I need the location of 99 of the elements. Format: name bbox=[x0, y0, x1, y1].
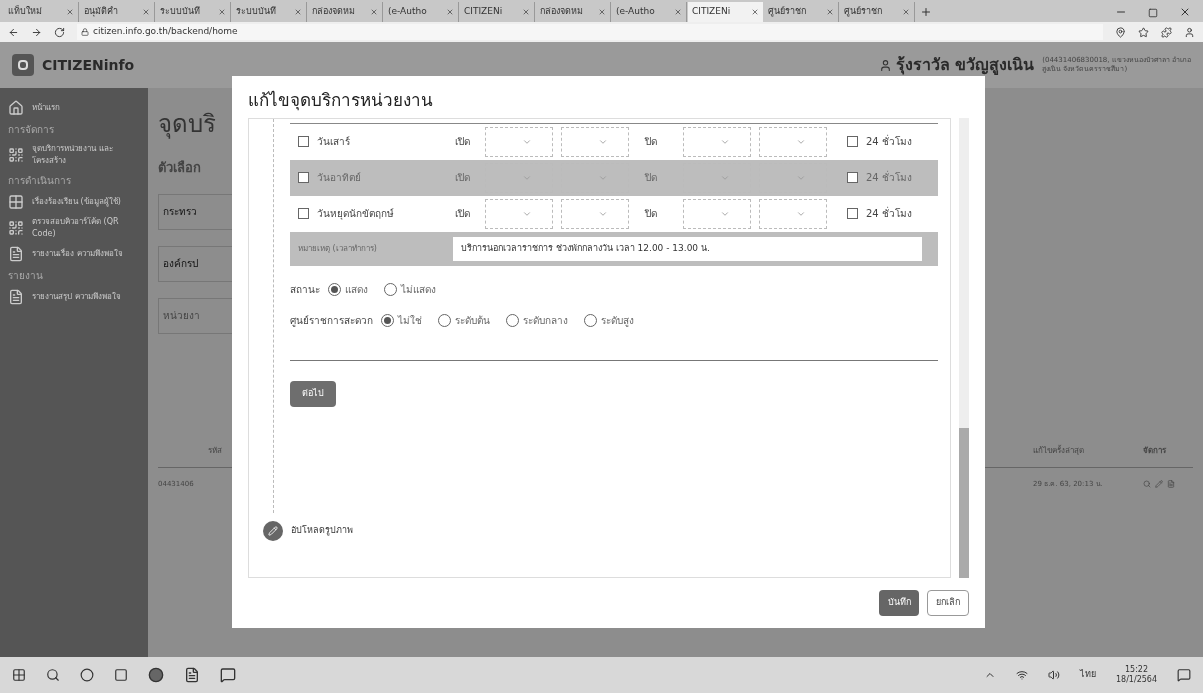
all-day-label: 24 ชั่วโมง bbox=[866, 206, 912, 221]
notification-icon[interactable] bbox=[1177, 668, 1191, 682]
extension-icon[interactable] bbox=[1161, 26, 1172, 38]
sidebar-heading: การจัดการ bbox=[8, 123, 55, 137]
section-title: ตัวเลือก bbox=[158, 159, 202, 177]
sidebar-item[interactable]: จุดบริการหน่วยงาน และโครงสร้าง bbox=[8, 143, 140, 167]
cortana-icon[interactable] bbox=[80, 668, 94, 682]
open-label: เปิด bbox=[455, 135, 471, 149]
chat-icon[interactable] bbox=[220, 667, 236, 683]
bookmark-icon[interactable] bbox=[1138, 26, 1149, 38]
close-icon[interactable] bbox=[446, 8, 454, 16]
view-icon[interactable] bbox=[1143, 480, 1151, 488]
close-label: ปิด bbox=[645, 207, 658, 221]
search-icon[interactable] bbox=[46, 668, 60, 682]
volume-icon[interactable] bbox=[1047, 669, 1060, 681]
sidebar-item[interactable]: รายงานเรื่อง ความพึงพอใจ bbox=[8, 246, 140, 262]
note-input[interactable]: บริการนอกเวลาราชการ ช่วงพักกลางวัน เวลา 12.00 - 13.00 น. bbox=[453, 236, 922, 261]
column-header: แก้ไขครั้งล่าสุด bbox=[1033, 444, 1085, 457]
column-header: จัดการ bbox=[1143, 444, 1167, 457]
radio-label[interactable]: ไม่ใช่ bbox=[398, 312, 422, 328]
radio-button[interactable] bbox=[506, 313, 519, 327]
reload-icon[interactable] bbox=[54, 26, 65, 38]
sidebar-item[interactable]: รายงานสรุป ความพึงพอใจ bbox=[8, 289, 140, 305]
radio-button[interactable] bbox=[384, 282, 397, 296]
radio-label[interactable]: ไม่แสดง bbox=[401, 281, 436, 297]
note-label: หมายเหตุ (เวลาทำการ) bbox=[298, 242, 378, 255]
radio-button[interactable] bbox=[438, 313, 451, 327]
clock-date[interactable]: 18/1/2564 bbox=[1115, 675, 1157, 685]
address-bar[interactable]: citizen.info.go.th/backend/home bbox=[77, 24, 1103, 40]
close-icon[interactable] bbox=[751, 8, 759, 16]
task-view-icon[interactable] bbox=[114, 668, 128, 682]
clock-time[interactable]: 15:22 bbox=[1124, 665, 1148, 675]
day-label: วันหยุดนักขัตฤกษ์ bbox=[317, 207, 395, 221]
profile-icon[interactable] bbox=[1184, 26, 1195, 38]
close-icon[interactable] bbox=[218, 8, 226, 16]
close-icon[interactable] bbox=[370, 8, 378, 16]
radio-group-label: ศูนย์ราชการสะดวก bbox=[290, 313, 373, 328]
all-day-label: 24 ชั่วโมง bbox=[866, 170, 912, 185]
logo-icon bbox=[12, 54, 34, 76]
close-icon[interactable] bbox=[902, 8, 910, 16]
open-label: เปิด bbox=[455, 207, 471, 221]
step-label: อัปโหลดรูปภาพ bbox=[291, 524, 353, 538]
step-icon bbox=[263, 521, 283, 541]
close-icon[interactable] bbox=[1179, 6, 1191, 18]
close-icon[interactable] bbox=[142, 8, 150, 16]
network-icon[interactable] bbox=[1015, 669, 1028, 681]
menu-icon bbox=[8, 147, 24, 163]
sidebar-item[interactable]: เรื่องร้องเรียน (ข้อมูลผู้ใช้) bbox=[8, 194, 140, 210]
menu-icon bbox=[8, 220, 24, 236]
sidebar-heading: การดำเนินการ bbox=[8, 174, 72, 188]
open-label: เปิด bbox=[455, 171, 471, 185]
close-label: ปิด bbox=[645, 135, 658, 149]
menu-icon bbox=[8, 246, 24, 262]
radio-button[interactable] bbox=[584, 313, 597, 327]
radio-button[interactable] bbox=[381, 313, 394, 327]
close-icon[interactable] bbox=[294, 8, 302, 16]
back-icon[interactable] bbox=[8, 26, 19, 38]
language-indicator[interactable]: ไทย bbox=[1079, 668, 1096, 682]
cancel-button[interactable]: ยกเลิก bbox=[927, 590, 969, 616]
save-button[interactable]: บันทึก bbox=[879, 590, 919, 616]
close-icon[interactable] bbox=[66, 8, 74, 16]
page-title: จุดบริ bbox=[158, 109, 217, 141]
close-icon[interactable] bbox=[522, 8, 530, 16]
next-button[interactable]: ต่อไป bbox=[290, 380, 336, 407]
sidebar-heading: รายงาน bbox=[8, 269, 44, 283]
column-header: รหัส bbox=[208, 444, 223, 457]
app-logo-text: CITIZENinfo bbox=[42, 55, 135, 75]
start-icon[interactable] bbox=[12, 668, 26, 682]
day-label: วันเสาร์ bbox=[317, 135, 351, 149]
radio-label[interactable]: ระดับต้น bbox=[455, 312, 490, 328]
user-name[interactable]: รุ้งราวัล ขวัญสูงเนิน bbox=[895, 53, 1035, 77]
menu-icon bbox=[8, 289, 24, 305]
checkbox[interactable] bbox=[298, 208, 309, 219]
radio-button[interactable] bbox=[328, 282, 341, 296]
browser-tab[interactable]: CITIZENi bbox=[688, 2, 763, 22]
modal-title: แก้ไขจุดบริการหน่วยงาน bbox=[248, 89, 434, 113]
radio-label[interactable]: ระดับกลาง bbox=[523, 312, 568, 328]
radio-label[interactable]: แสดง bbox=[345, 281, 368, 297]
close-icon[interactable] bbox=[674, 8, 682, 16]
close-icon[interactable] bbox=[826, 8, 834, 16]
checkbox[interactable] bbox=[298, 136, 309, 147]
user-icon bbox=[878, 58, 892, 72]
sidebar-item[interactable]: หน้าแรก bbox=[8, 100, 140, 116]
file-icon[interactable] bbox=[184, 667, 200, 683]
new-tab-icon[interactable] bbox=[920, 6, 932, 18]
radio-group-label: สถานะ bbox=[290, 282, 320, 297]
location-icon[interactable] bbox=[1115, 26, 1126, 38]
forward-icon[interactable] bbox=[31, 26, 42, 38]
radio-label[interactable]: ระดับสูง bbox=[601, 312, 634, 328]
maximize-icon[interactable] bbox=[1148, 8, 1158, 18]
checkbox[interactable] bbox=[847, 208, 858, 219]
all-day-label: 24 ชั่วโมง bbox=[866, 134, 912, 149]
close-icon[interactable] bbox=[598, 8, 606, 16]
checkbox[interactable] bbox=[847, 136, 858, 147]
close-label: ปิด bbox=[645, 171, 658, 185]
menu-icon bbox=[8, 100, 24, 116]
sidebar-item[interactable]: ตรวจสอบคิวอาร์โค้ด (QR Code) bbox=[8, 216, 140, 240]
day-label: วันอาทิตย์ bbox=[317, 171, 362, 185]
menu-icon bbox=[8, 194, 24, 210]
